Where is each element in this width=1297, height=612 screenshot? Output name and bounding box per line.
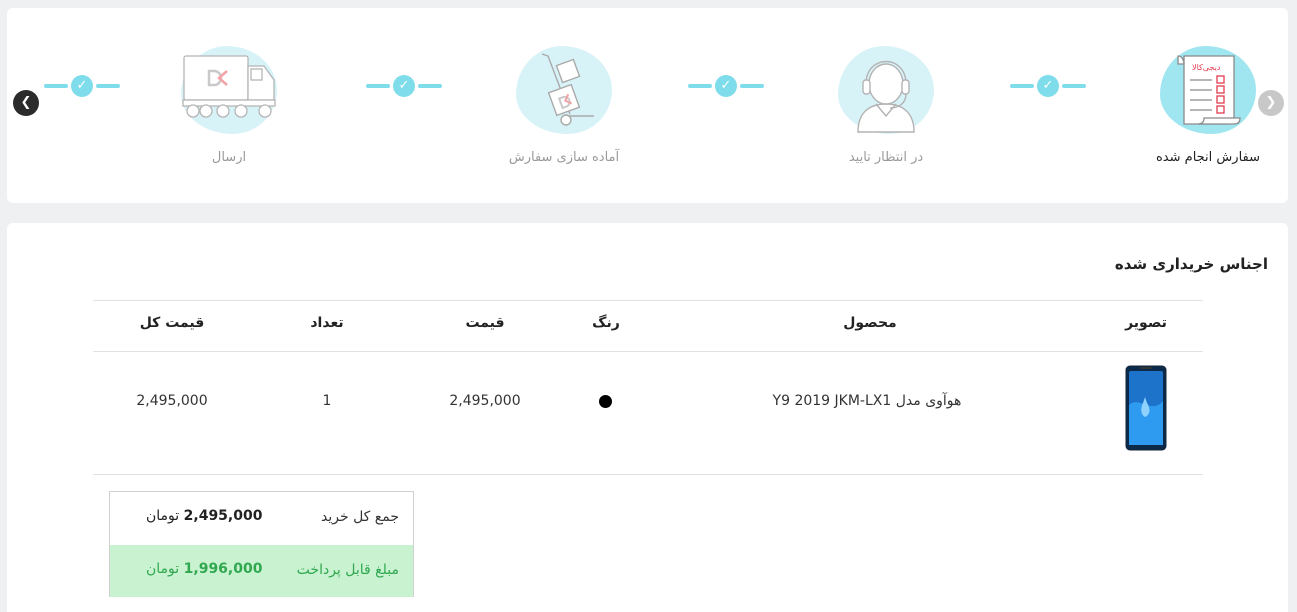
header-product: محصول [843, 315, 897, 331]
header-qty: تعداد [310, 315, 344, 331]
check-icon: ✓ [715, 75, 737, 97]
product-price: 2,495,000 [449, 393, 521, 409]
table-divider [93, 300, 1203, 301]
step-connector: ✓ [1010, 75, 1086, 97]
check-icon: ✓ [1037, 75, 1059, 97]
payable-label: مبلغ قابل پرداخت [296, 562, 399, 578]
step-preparing: آماده سازی سفارش [484, 44, 644, 184]
invoice-checklist-icon: دیجی‌کالا [1158, 44, 1258, 139]
order-status-card: ❮ ارسال ✓ آماده سازی سفارش ✓ در انتظار ت… [7, 8, 1288, 203]
total-value: 2,495,000 تومان [146, 508, 263, 524]
header-image: تصویر [1125, 315, 1167, 331]
step-awaiting-approval: در انتظار تایید [806, 44, 966, 184]
summary-payable-row: مبلغ قابل پرداخت 1,996,000 تومان [110, 545, 413, 597]
step-label: آماده سازی سفارش [508, 150, 620, 165]
step-label: در انتظار تایید [848, 150, 924, 165]
step-shipping: ارسال [149, 44, 309, 184]
total-label: جمع کل خرید [321, 509, 399, 525]
summary-total-row: جمع کل خرید 2,495,000 تومان [110, 492, 413, 544]
chevron-left-icon[interactable]: ❮ [13, 90, 39, 116]
check-icon: ✓ [71, 75, 93, 97]
hand-truck-icon [514, 44, 614, 139]
product-image[interactable] [1125, 365, 1167, 451]
step-connector: ✓ [688, 75, 764, 97]
purchased-items-card: اجناس خریداری شده تصویر محصول رنگ قیمت ت… [7, 223, 1288, 612]
step-label: ارسال [211, 150, 247, 165]
step-connector: ✓ [366, 75, 442, 97]
product-name[interactable]: هوآوی مدل Y9 2019 JKM-LX1 [707, 393, 1027, 409]
invoice-brand-text: دیجی‌کالا [1192, 63, 1221, 72]
product-qty: 1 [322, 393, 332, 409]
header-total: قیمت کل [139, 315, 205, 331]
table-divider [93, 474, 1203, 475]
table-divider [93, 351, 1203, 352]
header-price: قیمت [465, 315, 505, 331]
chevron-right-icon[interactable]: ❯ [1258, 90, 1284, 116]
product-total: 2,495,000 [136, 393, 208, 409]
product-color-swatch [599, 395, 612, 408]
step-label: سفارش انجام شده [1156, 150, 1260, 165]
header-color: رنگ [592, 315, 620, 331]
order-summary: جمع کل خرید 2,495,000 تومان مبلغ قابل پر… [109, 491, 414, 597]
payable-value: 1,996,000 تومان [146, 561, 263, 577]
check-icon: ✓ [393, 75, 415, 97]
step-connector: ✓ [44, 75, 120, 97]
section-title: اجناس خریداری شده [1114, 255, 1268, 273]
support-agent-icon [836, 44, 936, 139]
truck-icon [179, 44, 279, 139]
